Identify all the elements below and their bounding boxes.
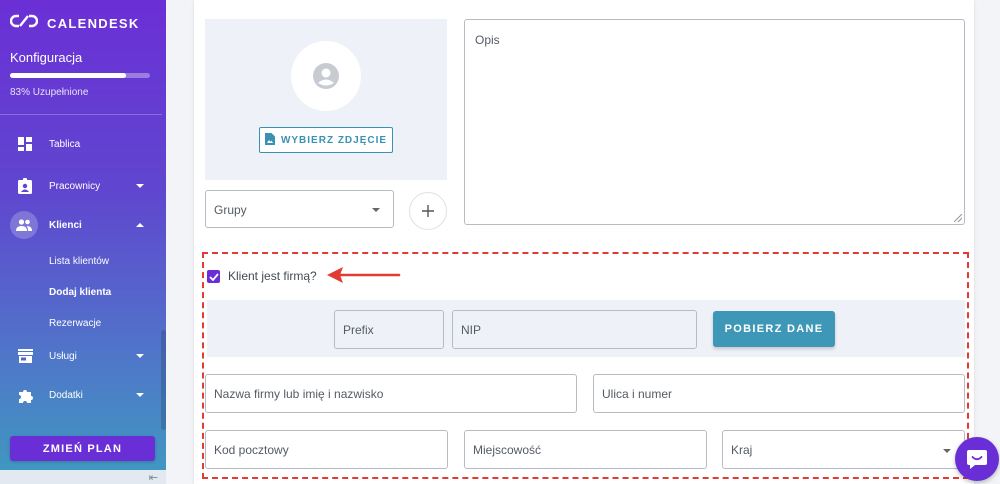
groups-select[interactable]: Grupy xyxy=(205,190,394,228)
country-placeholder: Kraj xyxy=(731,443,753,457)
is-company-checkbox[interactable] xyxy=(207,270,220,283)
city-placeholder: Miejscowość xyxy=(473,443,542,457)
is-company-label: Klient jest firmą? xyxy=(228,269,317,283)
calendesk-logo-icon xyxy=(9,14,39,33)
sidebar-item-label: Dodatki xyxy=(49,389,83,401)
sidebar-divider xyxy=(0,114,162,115)
avatar-placeholder-icon xyxy=(313,63,339,89)
avatar xyxy=(291,41,361,111)
image-file-icon xyxy=(264,132,275,148)
chevron-down-icon xyxy=(136,184,144,188)
setup-progress-bar xyxy=(10,73,150,78)
sidebar-collapse-bar[interactable]: ⇤ xyxy=(0,470,166,484)
sidebar-item-services[interactable]: Usługi xyxy=(0,340,162,372)
sidebar-item-addons[interactable]: Dodatki xyxy=(0,379,162,411)
sidebar-item-label: Tablica xyxy=(49,138,81,150)
chat-support-button[interactable] xyxy=(955,437,999,481)
fetch-data-button[interactable]: POBIERZ DANE xyxy=(713,311,835,347)
sidebar-item-employees[interactable]: Pracownicy xyxy=(0,170,162,202)
city-field[interactable]: Miejscowość xyxy=(464,430,707,469)
description-textarea[interactable]: Opis xyxy=(464,19,965,225)
nip-placeholder: NIP xyxy=(461,323,482,337)
sidebar-item-label: Pracownicy xyxy=(49,180,101,192)
company-name-placeholder: Nazwa firmy lub imię i nazwisko xyxy=(214,387,384,401)
puzzle-icon xyxy=(16,386,34,404)
check-icon xyxy=(208,272,219,281)
sidebar-item-label: Klienci xyxy=(49,219,82,231)
street-placeholder: Ulica i numer xyxy=(602,387,673,401)
brand[interactable]: CALENDESK xyxy=(9,13,140,33)
chevron-down-icon xyxy=(136,354,144,358)
company-name-field[interactable]: Nazwa firmy lub imię i nazwisko xyxy=(205,374,577,413)
store-icon xyxy=(16,347,34,365)
brand-name: CALENDESK xyxy=(47,15,140,31)
postal-code-field[interactable]: Kod pocztowy xyxy=(205,430,448,469)
chevron-up-icon xyxy=(136,223,144,227)
chevron-down-icon xyxy=(136,393,144,397)
annotation-arrow-icon xyxy=(327,267,401,283)
resize-grip-icon[interactable] xyxy=(954,214,962,222)
choose-photo-button[interactable]: WYBIERZ ZDJĘCIE xyxy=(259,127,393,153)
description-placeholder: Opis xyxy=(475,33,500,47)
prefix-field[interactable]: Prefix xyxy=(334,310,444,349)
collapse-arrow-icon: ⇤ xyxy=(148,472,158,484)
setup-title: Konfiguracja xyxy=(10,50,83,65)
sidebar-item-clients[interactable]: Klienci xyxy=(0,209,162,241)
sidebar-subitem-client-list[interactable]: Lista klientów xyxy=(49,256,109,267)
sidebar-subitem-add-client[interactable]: Dodaj klienta xyxy=(49,287,111,298)
add-group-button[interactable] xyxy=(409,192,447,230)
sidebar-item-label: Usługi xyxy=(49,350,77,362)
postal-code-placeholder: Kod pocztowy xyxy=(214,443,289,457)
sidebar-item-dashboard[interactable]: Tablica xyxy=(0,128,162,160)
chat-icon xyxy=(967,450,987,469)
dropdown-arrow-icon xyxy=(943,449,951,453)
setup-progress-text: 83% Uzupełnione xyxy=(10,87,89,98)
choose-photo-label: WYBIERZ ZDJĘCIE xyxy=(280,134,388,146)
groups-placeholder: Grupy xyxy=(214,203,247,217)
dashboard-icon xyxy=(16,135,34,153)
badge-icon xyxy=(16,177,34,195)
prefix-placeholder: Prefix xyxy=(343,323,374,337)
street-field[interactable]: Ulica i numer xyxy=(593,374,965,413)
sidebar-subitem-reservations[interactable]: Rezerwacje xyxy=(49,318,101,329)
plus-icon xyxy=(422,205,434,217)
photo-upload-area: WYBIERZ ZDJĘCIE xyxy=(205,19,447,180)
dropdown-arrow-icon xyxy=(372,208,380,212)
change-plan-button[interactable]: ZMIEŃ PLAN xyxy=(10,436,155,461)
setup-progress-fill xyxy=(10,73,127,78)
sidebar-scrollbar[interactable] xyxy=(161,330,166,430)
country-select[interactable]: Kraj xyxy=(722,430,965,469)
sidebar: CALENDESK Konfiguracja 83% Uzupełnione T… xyxy=(0,0,166,484)
nip-field[interactable]: NIP xyxy=(452,310,697,349)
people-icon xyxy=(10,211,38,239)
